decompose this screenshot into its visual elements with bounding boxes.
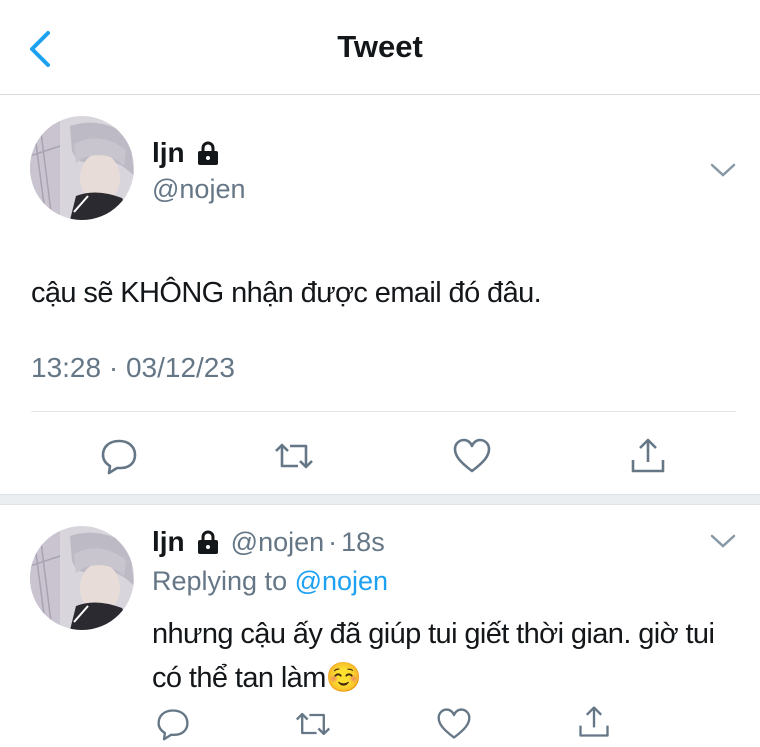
share-button[interactable] bbox=[628, 436, 668, 476]
tweet-text: cậu sẽ KHÔNG nhận được email đó đâu. bbox=[31, 277, 542, 309]
chevron-down-icon bbox=[710, 534, 736, 548]
top-bar: Tweet bbox=[0, 0, 760, 95]
share-button[interactable] bbox=[576, 704, 612, 740]
avatar[interactable] bbox=[30, 116, 134, 220]
retweet-button[interactable] bbox=[274, 436, 314, 476]
reply-age: 18s bbox=[341, 526, 385, 557]
reply-icon bbox=[157, 709, 189, 741]
tweet-timestamp: 13:28 · 03/12/23 bbox=[31, 352, 235, 383]
reply-menu-button[interactable] bbox=[710, 533, 736, 549]
divider bbox=[31, 411, 736, 412]
reply-header: ljn @nojen · 18s bbox=[152, 526, 385, 558]
reply-button[interactable] bbox=[155, 706, 191, 742]
page-title: Tweet bbox=[337, 29, 423, 64]
replying-to: Replying to @nojen bbox=[152, 566, 388, 597]
lock-icon bbox=[197, 530, 218, 554]
reply-author-handle: @nojen bbox=[230, 526, 325, 557]
reply-icon bbox=[101, 439, 137, 475]
reply-button[interactable] bbox=[99, 436, 139, 476]
like-icon bbox=[453, 438, 491, 473]
replying-to-label: Replying to bbox=[152, 566, 295, 596]
retweet-icon bbox=[295, 712, 331, 736]
retweet-button[interactable] bbox=[295, 706, 331, 742]
author-name: ljn bbox=[152, 137, 185, 168]
replying-to-link[interactable]: @nojen bbox=[295, 566, 388, 596]
section-separator bbox=[0, 494, 760, 505]
reply-author-name[interactable]: ljn bbox=[152, 526, 185, 558]
like-button[interactable] bbox=[436, 706, 472, 742]
author-name-row[interactable]: ljn bbox=[152, 137, 221, 169]
like-icon bbox=[437, 708, 471, 739]
like-button[interactable] bbox=[452, 436, 492, 476]
reply-text: nhưng cậu ấy đã giúp tui giết thời gian.… bbox=[152, 618, 715, 694]
share-icon bbox=[579, 706, 609, 737]
retweet-icon bbox=[275, 443, 313, 469]
avatar-photo bbox=[30, 116, 134, 220]
tweet-menu-button[interactable] bbox=[710, 162, 736, 178]
lock-icon bbox=[197, 141, 218, 165]
author-handle: @nojen bbox=[152, 174, 246, 204]
avatar-photo bbox=[30, 526, 134, 630]
meta-dot: · bbox=[328, 526, 338, 557]
reply-avatar[interactable] bbox=[30, 526, 134, 630]
chevron-down-icon bbox=[710, 163, 736, 177]
share-icon bbox=[631, 438, 665, 473]
